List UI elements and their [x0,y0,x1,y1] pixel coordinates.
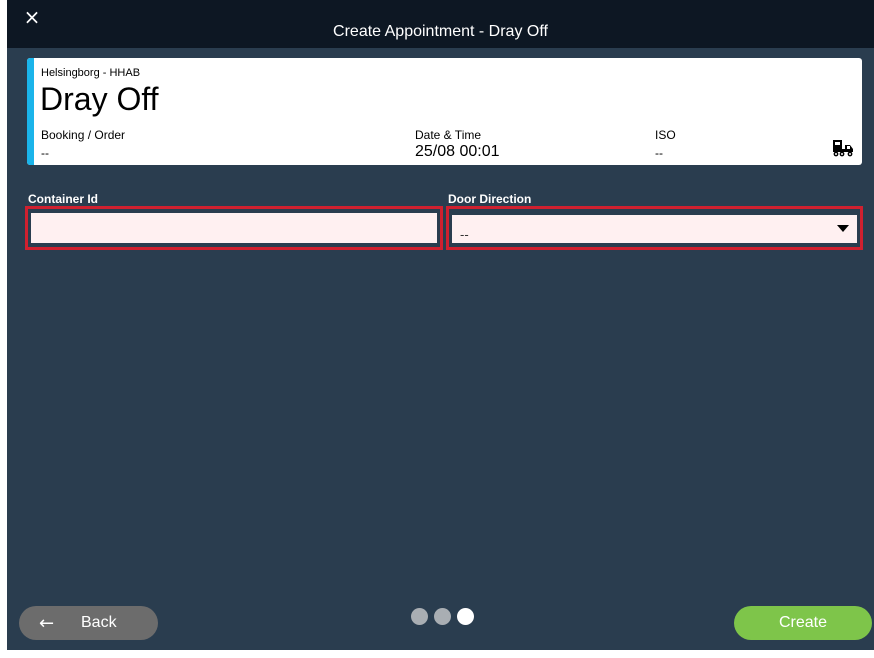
step-indicator [411,608,491,626]
container-id-label: Container Id [28,192,99,206]
step-dot-1 [411,608,428,625]
arrow-left-icon: ← [39,613,55,634]
appointment-summary-card: Helsingborg - HHAB Dray Off Booking / Or… [27,58,862,165]
back-button-label: Back [81,614,117,631]
appointment-type: Dray Off [40,81,159,117]
caret-down-icon [837,225,849,232]
door-direction-label: Door Direction [448,192,532,206]
create-button[interactable]: Create [734,606,872,640]
container-id-input[interactable] [31,213,437,243]
step-dot-3-active [457,608,474,625]
iso-label: ISO [655,128,676,142]
door-direction-value: -- [460,227,469,242]
step-dot-2 [434,608,451,625]
app-window: × Create Appointment - Dray Off Helsingb… [7,0,874,650]
iso-value: -- [655,146,663,160]
booking-label: Booking / Order [41,128,126,142]
container-id-field-wrapper [25,206,443,250]
card-accent-bar [27,58,34,165]
back-button[interactable]: ← Back [19,606,158,640]
page-title: Create Appointment - Dray Off [333,23,548,40]
truck-icon [833,140,853,157]
booking-value: -- [41,146,49,160]
title-bar: × Create Appointment - Dray Off [7,0,874,48]
datetime-label: Date & Time [415,128,482,142]
location-label: Helsingborg - HHAB [41,67,141,79]
door-direction-select[interactable]: -- [452,215,857,245]
door-direction-field-wrapper: -- [446,206,863,250]
datetime-value: 25/08 00:01 [415,143,500,160]
